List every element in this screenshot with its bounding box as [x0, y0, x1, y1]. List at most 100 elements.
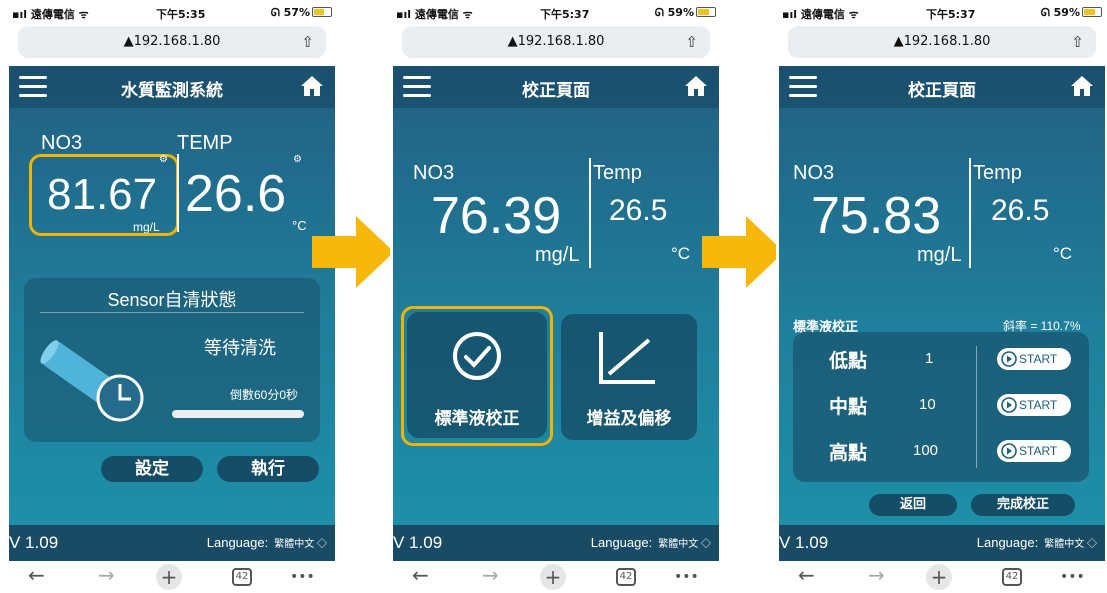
app-footer: V 1.09 Language: 繁體中文 ◇ — [9, 525, 335, 561]
finish-calibration-button[interactable]: 完成校正 — [971, 494, 1075, 516]
battery-status: ᘏ 57% — [271, 6, 332, 20]
temp-value: 26.5 — [609, 194, 668, 227]
status-bar: ▪ıl 遠傳電信 ᯤ 下午5:37 ᘏ 59% — [776, 0, 1107, 26]
mid-point-label: 中點 — [829, 397, 868, 418]
app-footer: V 1.09 Language: 繁體中文 ◇ — [393, 525, 719, 561]
status-time: 下午5:35 — [156, 8, 206, 21]
tabs-icon[interactable]: 42 — [616, 568, 636, 586]
back-icon[interactable]: ← — [798, 563, 815, 587]
language-label: Language: — [976, 535, 1039, 550]
browser-toolbar: ← → + 42 ••• — [776, 561, 1107, 593]
more-icon[interactable]: ••• — [674, 569, 699, 585]
url-bar[interactable]: ▲192.168.1.80 ⇧ — [18, 26, 326, 58]
version-text: V 1.09 — [779, 533, 829, 552]
gear-icon[interactable]: ⚙ — [293, 154, 302, 165]
home-icon[interactable] — [299, 74, 325, 98]
no3-unit: mg/L — [917, 244, 962, 266]
language-select[interactable]: Language: 繁體中文 ◇ — [207, 535, 327, 550]
app-header: 水質監測系統 — [9, 66, 335, 108]
home-icon[interactable] — [683, 74, 709, 98]
temp-label: Temp — [593, 162, 642, 184]
share-icon[interactable]: ⇧ — [1071, 26, 1084, 58]
share-icon[interactable]: ⇧ — [685, 26, 698, 58]
status-time: 下午5:37 — [926, 8, 976, 21]
temp-label: Temp — [973, 162, 1022, 184]
app-header: 校正頁面 — [779, 66, 1105, 108]
high-point-start-button[interactable]: START — [997, 440, 1071, 462]
low-point-label: 低點 — [829, 351, 868, 372]
battery-percent: 59% — [667, 6, 694, 19]
play-icon — [1001, 351, 1017, 367]
temp-label: TEMP — [177, 132, 233, 154]
settings-button[interactable]: 設定 — [101, 456, 203, 482]
mid-point-start-button[interactable]: START — [997, 394, 1071, 416]
browser-toolbar: ← → + 42 ••• — [6, 561, 338, 593]
battery-icon — [696, 7, 716, 17]
home-icon[interactable] — [1069, 74, 1095, 98]
language-label: Language: — [206, 535, 269, 550]
low-point-value: 1 — [925, 350, 934, 367]
version-text: V 1.09 — [9, 533, 59, 552]
forward-icon[interactable]: → — [482, 563, 499, 587]
app-footer: V 1.09 Language: 繁體中文 ◇ — [779, 525, 1105, 561]
clean-status: 等待清洗 — [204, 338, 276, 358]
divider — [969, 158, 971, 268]
temp-value: 26.5 — [991, 194, 1050, 227]
url-text: ▲192.168.1.80 — [123, 34, 221, 49]
no3-label: NO3 — [413, 162, 455, 184]
divider — [976, 346, 977, 468]
temp-unit: °C — [671, 244, 691, 263]
phone-screen-calibration: ▪ıl 遠傳電信 ᯤ 下午5:37 ᘏ 59% ▲192.168.1.80 ⇧ … — [390, 0, 722, 593]
start-label: START — [1019, 444, 1058, 458]
gain-offset-button[interactable]: 增益及偏移 — [561, 314, 697, 440]
version-text: V 1.09 — [393, 533, 443, 552]
page-title: 水質監測系統 — [121, 81, 223, 101]
url-text: ▲192.168.1.80 — [507, 34, 605, 49]
low-point-start-button[interactable]: START — [997, 348, 1071, 370]
temp-unit: °C — [292, 218, 307, 233]
carrier-signal: ▪ıl 遠傳電信 ᯤ — [396, 8, 473, 21]
no3-label: NO3 — [793, 162, 835, 184]
back-icon[interactable]: ← — [412, 563, 429, 587]
clean-title: Sensor自清狀態 — [107, 290, 237, 310]
start-label: START — [1019, 352, 1058, 366]
back-icon[interactable]: ← — [28, 563, 45, 587]
new-tab-icon[interactable]: + — [926, 564, 952, 590]
phone-screen-monitor: ▪ıl 遠傳電信 ᯤ 下午5:35 ᘏ 57% ▲192.168.1.80 ⇧ … — [6, 0, 338, 593]
phone-screen-standard-calibration: ▪ıl 遠傳電信 ᯤ 下午5:37 ᘏ 59% ▲192.168.1.80 ⇧ … — [776, 0, 1107, 593]
new-tab-icon[interactable]: + — [540, 564, 566, 590]
url-bar[interactable]: ▲192.168.1.80 ⇧ — [402, 26, 710, 58]
gear-icon[interactable]: ⚙ — [159, 154, 168, 165]
language-select[interactable]: Language: 繁體中文 ◇ — [977, 535, 1097, 550]
forward-icon[interactable]: → — [868, 563, 885, 587]
new-tab-icon[interactable]: + — [156, 564, 182, 590]
more-icon[interactable]: ••• — [1060, 569, 1085, 585]
more-icon[interactable]: ••• — [290, 569, 315, 585]
browser-toolbar: ← → + 42 ••• — [390, 561, 722, 593]
high-point-label: 高點 — [829, 443, 868, 464]
run-button[interactable]: 執行 — [217, 456, 319, 482]
back-button[interactable]: 返回 — [869, 494, 957, 516]
battery-icon — [1082, 7, 1102, 17]
app-header: 校正頁面 — [393, 66, 719, 108]
battery-percent: 57% — [283, 6, 310, 19]
app-content: 校正頁面 NO3 75.83 mg/L Temp 26.5 °C 標準液校正 斜… — [779, 66, 1105, 525]
language-select[interactable]: Language: 繁體中文 ◇ — [591, 535, 711, 550]
tabs-icon[interactable]: 42 — [232, 568, 252, 586]
language-label: Language: — [590, 535, 653, 550]
battery-icon — [312, 7, 332, 17]
divider — [40, 312, 304, 313]
tabs-icon[interactable]: 42 — [1002, 568, 1022, 586]
temp-unit: °C — [1053, 244, 1073, 263]
share-icon[interactable]: ⇧ — [301, 26, 314, 58]
countdown-text: 倒數60分0秒 — [230, 388, 299, 402]
play-icon — [1001, 443, 1017, 459]
no3-unit: mg/L — [133, 220, 160, 234]
url-bar[interactable]: ▲192.168.1.80 ⇧ — [788, 26, 1096, 58]
app-content: 水質監測系統 NO3 TEMP 81.67 mg/L ⚙ 26.6 ⚙ °C S… — [9, 66, 335, 525]
status-bar: ▪ıl 遠傳電信 ᯤ 下午5:35 ᘏ 57% — [6, 0, 338, 26]
page-title: 校正頁面 — [908, 81, 976, 101]
forward-icon[interactable]: → — [98, 563, 115, 587]
countdown-progress — [172, 410, 304, 418]
temp-value: 26.6 — [185, 165, 287, 223]
